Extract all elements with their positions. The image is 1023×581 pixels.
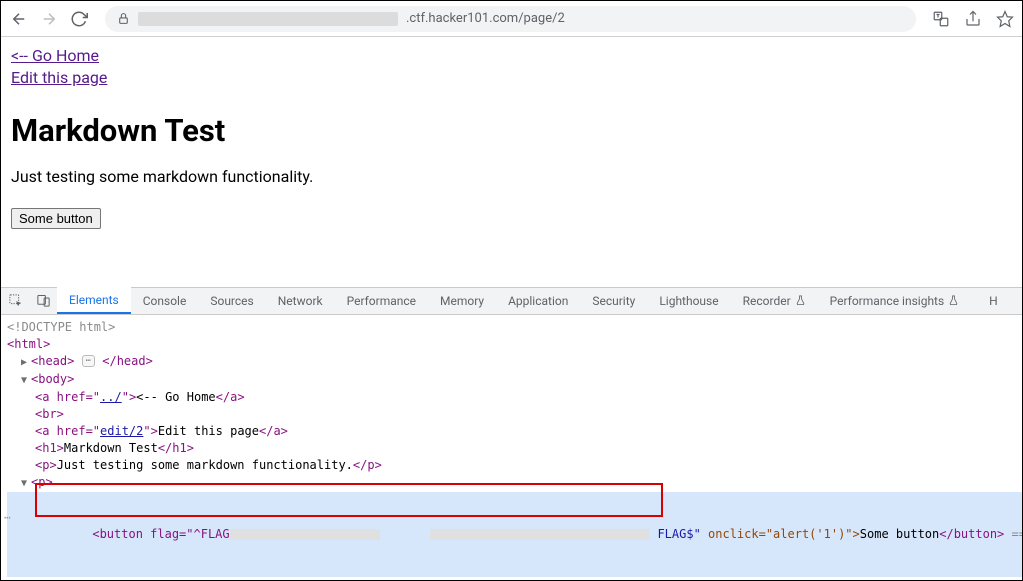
back-button[interactable] xyxy=(9,9,29,29)
share-icon[interactable] xyxy=(964,10,982,28)
reload-button[interactable] xyxy=(69,9,89,29)
tab-memory[interactable]: Memory xyxy=(428,287,496,314)
devtools-panel: Elements Console Sources Network Perform… xyxy=(1,287,1022,580)
page-paragraph: Just testing some markdown functionality… xyxy=(11,167,1012,186)
edit-page-link[interactable]: Edit this page xyxy=(11,68,107,87)
code-line: ▼<p> xyxy=(7,474,1022,492)
url-visible: .ctf.hacker101.com/page/2 xyxy=(406,11,565,26)
tab-performance[interactable]: Performance xyxy=(335,287,428,314)
tab-perf-insights-label: Performance insights xyxy=(830,294,945,308)
code-line: <h1>Markdown Test</h1> xyxy=(7,440,1022,457)
tab-performance-insights[interactable]: Performance insights xyxy=(818,287,972,314)
browser-toolbar: .ctf.hacker101.com/page/2 xyxy=(1,1,1022,37)
inspect-icon xyxy=(8,293,23,308)
dots-icon: ⋯ xyxy=(4,509,9,526)
forward-button[interactable] xyxy=(39,9,59,29)
code-line: <html> xyxy=(7,336,1022,353)
code-line: </p> xyxy=(7,577,1022,580)
selected-source-line[interactable]: ⋯ <button flag="^FLAG FLAG$" onclick="al… xyxy=(7,492,1022,577)
device-toggle-button[interactable] xyxy=(29,287,57,314)
code-line: <p>Just testing some markdown functional… xyxy=(7,457,1022,474)
tab-recorder-label: Recorder xyxy=(743,294,791,308)
ellipsis-icon: ⋯ xyxy=(82,355,95,367)
code-line: ▼<body> xyxy=(7,371,1022,389)
tab-hidden-cut[interactable]: H xyxy=(971,287,1002,314)
go-home-link[interactable]: <-- Go Home xyxy=(11,46,99,65)
code-line: <a href="edit/2">Edit this page</a> xyxy=(7,423,1022,440)
code-line: <!DOCTYPE html> xyxy=(7,319,1022,336)
translate-icon[interactable] xyxy=(932,10,950,28)
tab-application[interactable]: Application xyxy=(496,287,580,314)
lock-icon xyxy=(117,12,130,25)
tab-lighthouse[interactable]: Lighthouse xyxy=(647,287,730,314)
page-content: <-- Go Home Edit this page Markdown Test… xyxy=(1,37,1022,237)
elements-panel[interactable]: <!DOCTYPE html> <html> ▶<head> ⋯ </head>… xyxy=(1,315,1022,580)
code-line: <br> xyxy=(7,406,1022,423)
arrow-right-icon xyxy=(40,10,58,28)
tab-network[interactable]: Network xyxy=(266,287,335,314)
flask-icon xyxy=(948,295,959,306)
inspect-button[interactable] xyxy=(1,287,29,314)
tab-console[interactable]: Console xyxy=(131,287,199,314)
code-line: <a href="../"><-- Go Home</a> xyxy=(7,389,1022,406)
tab-sources[interactable]: Sources xyxy=(198,287,265,314)
arrow-left-icon xyxy=(10,10,28,28)
address-bar[interactable]: .ctf.hacker101.com/page/2 xyxy=(105,6,916,32)
star-icon[interactable] xyxy=(996,10,1014,28)
tab-elements[interactable]: Elements xyxy=(57,287,131,314)
page-title: Markdown Test xyxy=(11,112,1012,149)
device-icon xyxy=(36,293,51,308)
reload-icon xyxy=(70,10,88,28)
url-redacted xyxy=(138,12,398,26)
tab-recorder[interactable]: Recorder xyxy=(731,287,818,314)
some-button[interactable]: Some button xyxy=(11,208,101,229)
code-line: ▶<head> ⋯ </head> xyxy=(7,353,1022,371)
tab-security[interactable]: Security xyxy=(580,287,647,314)
devtools-tabs: Elements Console Sources Network Perform… xyxy=(1,288,1022,315)
toolbar-right-icons xyxy=(932,10,1014,28)
flask-icon xyxy=(795,295,806,306)
